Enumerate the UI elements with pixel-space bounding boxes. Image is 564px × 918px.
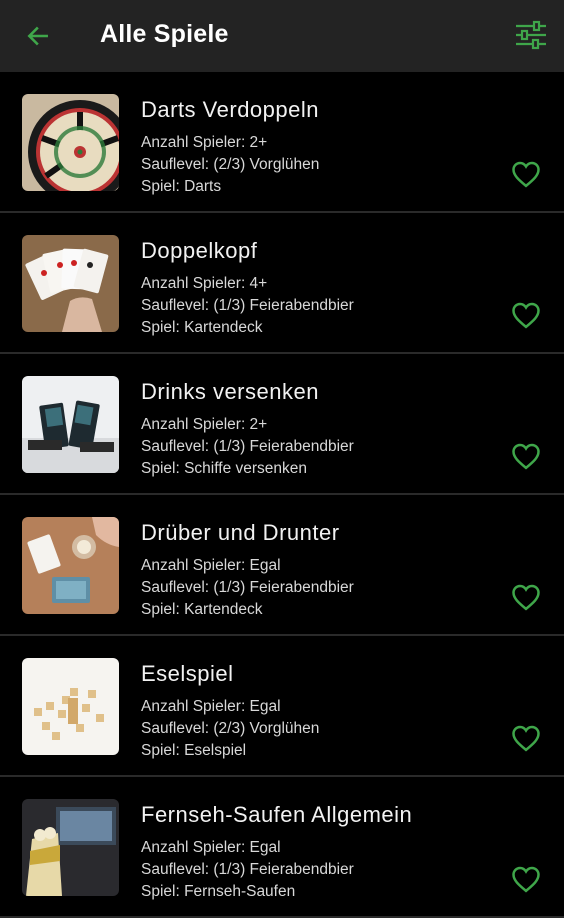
heart-outline-icon[interactable]	[511, 724, 541, 752]
game-title: Drüber und Drunter	[141, 520, 340, 545]
heart-outline-icon[interactable]	[511, 442, 541, 470]
game-title: Fernseh-Saufen Allgemein	[141, 802, 413, 827]
game-type: Spiel: Eselspiel	[141, 742, 247, 759]
list-item[interactable]: Drüber und Drunter Anzahl Spieler: Egal …	[0, 495, 564, 636]
list-item[interactable]: Drinks versenken Anzahl Spieler: 2+ Sauf…	[0, 354, 564, 495]
player-count: Anzahl Spieler: Egal	[141, 557, 281, 574]
game-thumbnail	[22, 376, 119, 473]
game-thumbnail	[22, 235, 119, 332]
games-list: Darts Verdoppeln Anzahl Spieler: 2+ Sauf…	[0, 72, 564, 918]
player-count: Anzahl Spieler: 2+	[141, 416, 268, 433]
game-type: Spiel: Schiffe versenken	[141, 460, 308, 477]
drink-level: Sauflevel: (1/3) Feierabendbier	[141, 579, 354, 596]
game-title: Eselspiel	[141, 661, 234, 686]
heart-outline-icon[interactable]	[511, 160, 541, 188]
game-title: Drinks versenken	[141, 379, 319, 404]
player-count: Anzahl Spieler: 2+	[141, 134, 268, 151]
player-count: Anzahl Spieler: Egal	[141, 839, 281, 856]
drink-level: Sauflevel: (1/3) Feierabendbier	[141, 861, 354, 878]
game-type: Spiel: Kartendeck	[141, 319, 263, 336]
heart-outline-icon[interactable]	[511, 301, 541, 329]
filter-button[interactable]	[514, 18, 548, 52]
back-button[interactable]	[22, 20, 54, 52]
game-thumbnail	[22, 658, 119, 755]
arrow-left-icon	[27, 26, 48, 46]
list-item[interactable]: Doppelkopf Anzahl Spieler: 4+ Sauflevel:…	[0, 213, 564, 354]
game-type: Spiel: Kartendeck	[141, 601, 263, 618]
sliders-icon	[516, 20, 546, 50]
game-type: Spiel: Fernseh-Saufen	[141, 883, 296, 900]
game-thumbnail	[22, 799, 119, 896]
list-item[interactable]: Fernseh-Saufen Allgemein Anzahl Spieler:…	[0, 777, 564, 918]
game-title: Darts Verdoppeln	[141, 97, 319, 122]
player-count: Anzahl Spieler: 4+	[141, 275, 268, 292]
drink-level: Sauflevel: (2/3) Vorglühen	[141, 156, 320, 173]
game-thumbnail	[22, 94, 119, 191]
game-title: Doppelkopf	[141, 238, 258, 263]
heart-outline-icon[interactable]	[511, 583, 541, 611]
page-title: Alle Spiele	[100, 20, 229, 48]
app-bar: Alle Spiele	[0, 0, 564, 72]
drink-level: Sauflevel: (1/3) Feierabendbier	[141, 438, 354, 455]
game-type: Spiel: Darts	[141, 178, 222, 195]
drink-level: Sauflevel: (2/3) Vorglühen	[141, 720, 320, 737]
list-item[interactable]: Eselspiel Anzahl Spieler: Egal Sauflevel…	[0, 636, 564, 777]
drink-level: Sauflevel: (1/3) Feierabendbier	[141, 297, 354, 314]
player-count: Anzahl Spieler: Egal	[141, 698, 281, 715]
game-thumbnail	[22, 517, 119, 614]
heart-outline-icon[interactable]	[511, 865, 541, 893]
list-item[interactable]: Darts Verdoppeln Anzahl Spieler: 2+ Sauf…	[0, 72, 564, 213]
